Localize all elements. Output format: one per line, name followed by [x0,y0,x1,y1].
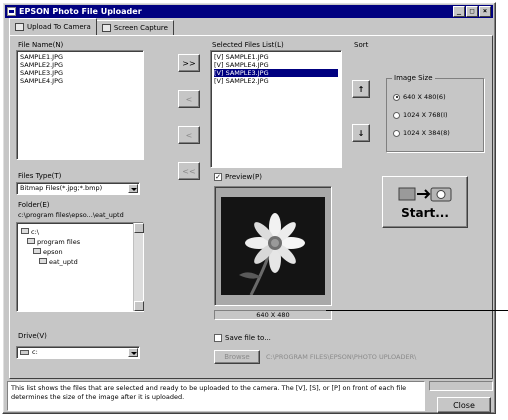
checkbox-label: Save file to... [225,334,271,342]
files-type-label: Files Type(T) [18,172,62,180]
list-item-selected[interactable]: [V] SAMPLE3.JPG [214,69,338,77]
upload-panel: File Name(N) SAMPLE1.JPG SAMPLE2.JPG SAM… [9,35,493,379]
folder-path: c:\program files\epso...\eat_uptd [18,211,124,219]
folder-label: Folder(E) [18,201,50,209]
preview-image [221,197,325,295]
minimize-button[interactable]: _ [453,6,465,17]
list-item[interactable]: SAMPLE2.JPG [20,61,140,69]
upload-to-camera-icon [398,187,452,201]
image-size-group: Image Size 640 X 480(6) 1024 X 768(I) 10… [386,74,484,152]
file-name-list[interactable]: SAMPLE1.JPG SAMPLE2.JPG SAMPLE3.JPG SAMP… [16,50,144,160]
radio-label: 1024 X 768(I) [403,111,448,119]
move-file-button[interactable]: < [178,90,200,108]
size-640-radio[interactable]: 640 X 480(6) [393,93,446,101]
screen-icon [101,24,111,32]
close-button[interactable]: Close [437,397,491,413]
folder-tree[interactable]: c:\ program files epson eat_uptd [16,222,144,312]
close-window-button[interactable]: × [479,6,491,17]
save-file-checkbox[interactable]: Save file to... [214,334,271,342]
selected-files-list[interactable]: [V] SAMPLE1.JPG [V] SAMPLE4.JPG [V] SAMP… [210,50,342,168]
tab-strip: Upload To Camera Screen Capture [9,18,174,35]
tab-label: Screen Capture [113,24,168,32]
size-1024-768-radio[interactable]: 1024 X 768(I) [393,111,448,119]
save-path-text: C:\PROGRAM FILES\EPSON\PHOTO UPLOADER\ [266,353,417,361]
radio-dot [393,111,400,119]
size-1024-384-radio[interactable]: 1024 X 384(8) [393,129,450,137]
remove-file-button[interactable]: < [178,126,200,144]
radio-label: 1024 X 384(8) [403,129,450,137]
list-item[interactable]: [V] SAMPLE4.JPG [214,61,338,69]
sort-label: Sort [354,41,369,49]
checkbox-label: Preview(P) [225,173,262,181]
image-size-title: Image Size [392,74,435,82]
list-item[interactable]: SAMPLE4.JPG [20,77,140,85]
radio-label: 640 X 480(6) [403,93,446,101]
scroll-down-button[interactable] [134,301,144,311]
tree-node[interactable]: epson [21,247,80,257]
start-button[interactable]: Start... [382,176,468,228]
maximize-button[interactable]: □ [466,6,478,17]
tree-node[interactable]: c:\ [21,227,80,237]
preview-size-text: 640 X 480 [214,310,332,320]
scroll-up-button[interactable] [134,223,144,233]
tree-node[interactable]: program files [21,237,80,247]
list-item[interactable]: SAMPLE1.JPG [20,53,140,61]
description-box: This list shows the files that are selec… [7,381,425,411]
browse-button[interactable]: Browse [214,350,260,364]
progress-box [429,381,493,391]
camera-icon [15,23,24,31]
window-title: EPSON Photo File Uploader [19,7,142,16]
tree-node[interactable]: eat_uptd [21,257,80,267]
files-type-select[interactable]: Bitmap Files(*.jpg;*.bmp) [16,182,140,195]
drive-label: Drive(V) [18,332,47,340]
tab-screen-capture[interactable]: Screen Capture [95,20,174,35]
drive-select[interactable]: c: [16,346,140,359]
files-type-value: Bitmap Files(*.jpg;*.bmp) [20,184,103,192]
list-item[interactable]: SAMPLE3.JPG [20,69,140,77]
remove-all-button[interactable]: << [178,162,200,180]
callout-line [326,310,508,311]
preview-frame [214,186,332,306]
sort-up-button[interactable]: ↑ [352,80,370,98]
file-name-label: File Name(N) [18,41,64,49]
folder-open-icon [33,248,41,254]
checkbox-box: ✓ [214,173,222,181]
chevron-down-icon[interactable] [128,184,138,193]
title-bar[interactable]: EPSON Photo File Uploader _ □ × [5,5,493,18]
tab-upload-to-camera[interactable]: Upload To Camera [9,18,97,35]
selected-files-label: Selected Files List(L) [212,41,284,49]
app-window: EPSON Photo File Uploader _ □ × Upload T… [2,2,496,414]
app-icon [7,7,16,16]
flower-image [221,197,325,295]
list-item[interactable]: [V] SAMPLE2.JPG [214,77,338,85]
folder-open-icon [27,238,35,244]
start-label: Start... [401,205,449,220]
sort-down-button[interactable]: ↓ [352,124,370,142]
folder-open-icon [39,258,47,264]
radio-dot [393,93,400,101]
drive-value: c: [32,348,38,356]
drive-icon [20,349,29,355]
add-files-button[interactable]: >> [178,54,200,72]
folder-open-icon [21,228,29,234]
tab-label: Upload To Camera [27,23,91,31]
list-item[interactable]: [V] SAMPLE1.JPG [214,53,338,61]
preview-checkbox[interactable]: ✓ Preview(P) [214,173,262,181]
folder-scrollbar[interactable] [133,223,144,311]
checkbox-box [214,334,222,342]
radio-dot [393,129,400,137]
chevron-down-icon[interactable] [128,348,138,357]
